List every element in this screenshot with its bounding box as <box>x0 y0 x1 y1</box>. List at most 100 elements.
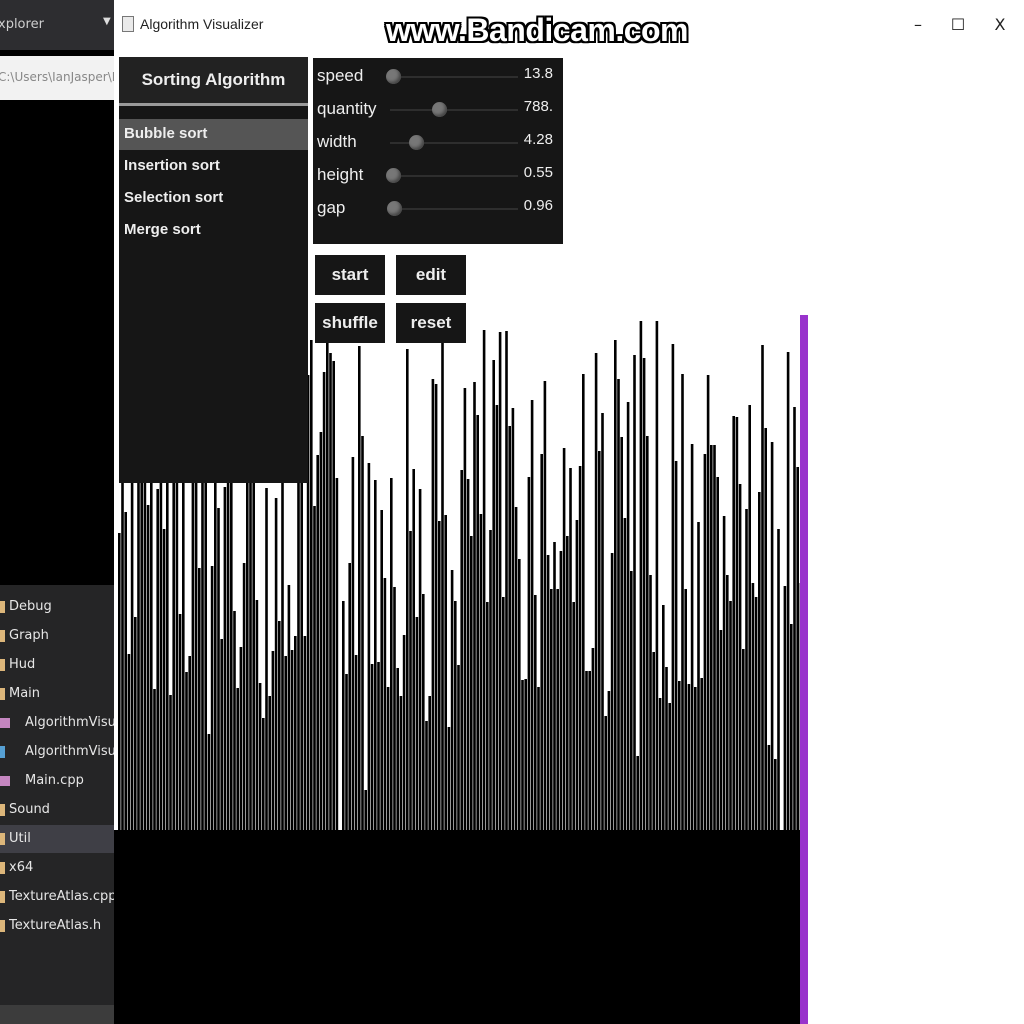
sort-bar <box>351 457 355 1024</box>
sort-bar <box>409 531 412 1024</box>
ide-path-text: C:\Users\IanJasper\Prog <box>0 70 114 84</box>
tree-item[interactable]: Main <box>0 680 114 708</box>
close-button[interactable]: X <box>980 8 1020 42</box>
sort-bar <box>524 679 527 1024</box>
tree-item-label: AlgorithmVisualiser <box>25 744 114 759</box>
sort-bar <box>252 470 255 1024</box>
sort-bar <box>607 691 611 1024</box>
algorithm-item[interactable]: Insertion sort <box>119 151 308 182</box>
sort-bar <box>652 652 655 1024</box>
tree-item[interactable]: AlgorithmVisualiser <box>0 738 114 766</box>
maximize-button[interactable]: ☐ <box>938 8 978 42</box>
sort-bar <box>140 409 143 1024</box>
folder-icon <box>0 862 5 874</box>
slider-track[interactable] <box>390 109 518 111</box>
tree-item[interactable]: Hud <box>0 651 114 679</box>
solution-tree: Debug Graph Hud Main AlgorithmVisualiser Algo… <box>0 585 114 1005</box>
chevron-down-icon[interactable]: ▼ <box>103 16 111 27</box>
sort-bar <box>482 330 486 1024</box>
sort-bar <box>578 466 582 1024</box>
sort-bar <box>175 446 179 1024</box>
slider-row-gap: gap 0.96 <box>313 192 563 224</box>
sort-bar <box>428 696 431 1024</box>
tree-item-label: x64 <box>9 860 34 875</box>
ide-path-bar[interactable]: C:\Users\IanJasper\Prog <box>0 56 114 100</box>
sort-bar <box>710 445 713 1024</box>
sort-bar <box>220 639 223 1024</box>
minimize-button[interactable]: – <box>898 8 938 42</box>
tree-item[interactable]: Util <box>0 825 114 853</box>
slider-knob[interactable] <box>409 135 424 150</box>
sort-bar <box>777 529 780 1024</box>
slider-knob[interactable] <box>387 201 402 216</box>
sort-bar <box>345 674 348 1024</box>
tree-item[interactable]: TextureAtlas.h <box>0 912 114 940</box>
sort-bar <box>774 759 777 1024</box>
slider-row-quantity: quantity 788. <box>313 93 563 125</box>
sort-bar <box>271 651 275 1024</box>
slider-track[interactable] <box>390 76 518 78</box>
sort-bar <box>322 372 326 1024</box>
sort-bar <box>431 379 435 1024</box>
sort-bar <box>572 602 575 1024</box>
sort-bar <box>406 349 409 1024</box>
tree-item[interactable]: Debug <box>0 593 114 621</box>
sort-bar <box>764 428 767 1024</box>
algorithm-item[interactable]: Selection sort <box>119 183 308 214</box>
sort-bar <box>338 837 342 1024</box>
sort-bar <box>540 454 543 1024</box>
slider-knob[interactable] <box>432 102 447 117</box>
sort-bar <box>201 405 204 1024</box>
sort-bar <box>754 597 758 1024</box>
sort-bar <box>617 379 620 1024</box>
sort-bar <box>719 630 723 1024</box>
sort-bar <box>146 505 150 1024</box>
sort-bar <box>207 734 211 1024</box>
slider-knob[interactable] <box>386 168 401 183</box>
sort-bar <box>383 578 387 1024</box>
sort-bar <box>681 374 684 1024</box>
ide-scrollbar[interactable] <box>0 1005 114 1024</box>
sort-bar <box>284 656 287 1024</box>
sort-bar <box>521 680 524 1024</box>
tree-item[interactable]: x64 <box>0 854 114 882</box>
tree-item[interactable]: Graph <box>0 622 114 650</box>
sort-bar <box>118 533 121 1024</box>
start-button[interactable]: start <box>315 255 385 295</box>
sort-bar <box>620 437 623 1024</box>
tree-item[interactable]: AlgorithmVisualiser <box>0 709 114 737</box>
sort-bar <box>466 479 470 1024</box>
shuffle-button[interactable]: shuffle <box>315 303 385 343</box>
algorithm-item[interactable]: Bubble sort <box>119 119 308 150</box>
sort-bar <box>591 648 595 1024</box>
slider-track[interactable] <box>390 175 518 177</box>
solution-explorer-title: xplorer <box>0 17 44 32</box>
sort-bar <box>294 636 297 1024</box>
sort-bar <box>447 727 451 1024</box>
slider-track[interactable] <box>390 208 518 210</box>
slider-knob[interactable] <box>386 69 401 84</box>
reset-button[interactable]: reset <box>396 303 466 343</box>
sort-bar <box>188 656 191 1024</box>
sort-bar <box>377 662 380 1024</box>
sort-bar <box>614 340 617 1024</box>
tree-item[interactable]: TextureAtlas.cpp <box>0 883 114 911</box>
algorithm-item-label: Merge sort <box>124 221 201 238</box>
bandicam-watermark: www.Bandicam.com <box>386 12 689 48</box>
app-window: Algorithm Visualizer – ☐ X Sorting Algor… <box>114 0 1024 1024</box>
sort-bar <box>758 492 761 1024</box>
sort-bar <box>610 553 614 1024</box>
file-icon <box>0 746 5 758</box>
file-icon <box>0 776 10 786</box>
sort-bar <box>553 542 556 1024</box>
algorithm-item[interactable]: Merge sort <box>119 215 308 246</box>
sort-bar <box>303 636 307 1024</box>
slider-value: 4.28 <box>523 131 553 148</box>
sort-bar <box>287 585 291 1024</box>
edit-button[interactable]: edit <box>396 255 466 295</box>
tree-item[interactable]: Sound <box>0 796 114 824</box>
sort-bar <box>178 614 182 1024</box>
sort-bar <box>486 602 489 1024</box>
algorithm-item-label: Bubble sort <box>124 125 208 142</box>
tree-item[interactable]: Main.cpp <box>0 767 114 795</box>
